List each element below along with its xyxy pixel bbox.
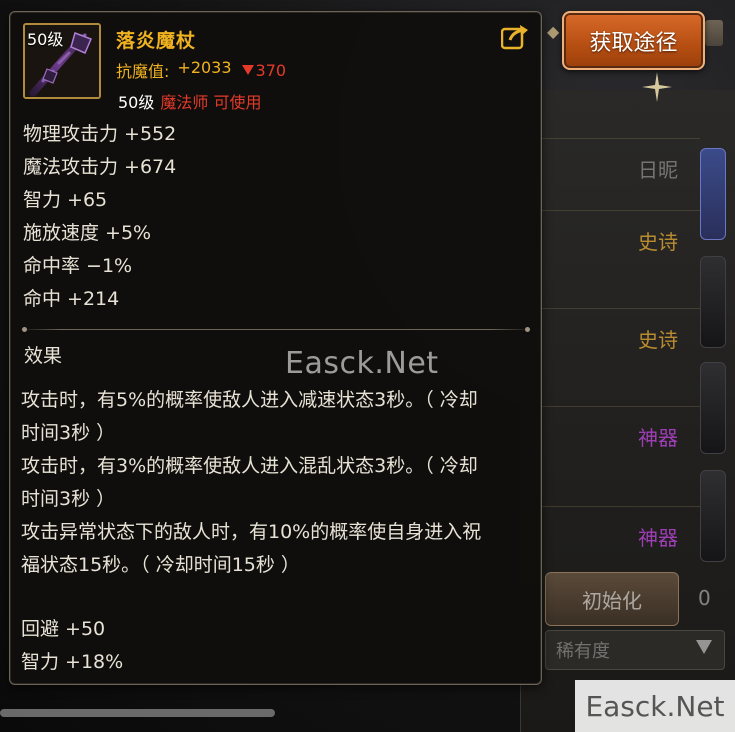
effect-line: 攻击时，有5%的概率使敌人进入减速状态3秒。（ 冷却	[21, 389, 478, 411]
chevron-left-icon: ◆	[547, 22, 560, 41]
rarity-select[interactable]: 稀有度	[545, 630, 725, 670]
chevron-down-icon	[696, 640, 712, 654]
item-icon: 50级	[23, 23, 101, 99]
item-tooltip: 50级 落炎魔杖 抗魔值: +2033 370 50级 魔法师 可使用 物理攻击…	[9, 11, 542, 685]
stat-line: 施放速度 +5%	[23, 222, 152, 244]
effect-line: 攻击异常状态下的敌人时，有10%的概率使自身进入祝	[21, 521, 482, 543]
effect-line: 攻击时，有3%的概率使敌人进入混乱状态3秒。（ 冷却	[21, 455, 478, 477]
corner-watermark: Easck.Net	[575, 680, 735, 732]
background-row-label: 日昵	[638, 158, 678, 182]
background-row[interactable]: 神器	[540, 406, 700, 466]
resist-down: 370	[241, 58, 287, 82]
resist-row: 抗魔值: +2033 370	[116, 58, 286, 82]
stat-line: 命中 +214	[23, 288, 120, 310]
background-row[interactable]: 日昵	[540, 138, 700, 198]
stat-line: 魔法攻击力 +674	[23, 156, 177, 178]
resist-label: 抗魔值:	[116, 62, 170, 81]
divider-dot	[22, 327, 27, 332]
stat-line: 命中率 −1%	[23, 255, 133, 277]
background-row[interactable]: 史诗	[540, 308, 700, 368]
extra-stat-line: 回避 +50	[21, 618, 106, 640]
background-row-label: 神器	[638, 426, 678, 450]
item-name: 落炎魔杖	[116, 30, 197, 52]
item-level-tag: 50级	[27, 30, 64, 49]
effects-list: 攻击时，有5%的概率使敌人进入减速状态3秒。（ 冷却 时间3秒 ） 攻击时，有3…	[21, 384, 516, 582]
side-number: 0	[698, 586, 711, 610]
background-side-item	[700, 470, 726, 562]
background-side-item	[700, 148, 726, 240]
background-row-label: 史诗	[638, 230, 678, 254]
background-row[interactable]: 史诗	[540, 210, 700, 270]
resist-value: +2033	[177, 58, 232, 77]
effect-title: 效果	[24, 345, 63, 367]
background-row-label: 神器	[638, 526, 678, 550]
usable-level: 50级	[118, 93, 155, 112]
divider-dot	[525, 327, 530, 332]
down-triangle-icon	[241, 65, 254, 75]
usable-class: 魔法师 可使用	[160, 93, 262, 112]
stat-line: 物理攻击力 +552	[23, 123, 177, 145]
background-row[interactable]: 神器	[540, 506, 700, 566]
divider	[20, 327, 532, 332]
share-icon[interactable]	[501, 24, 529, 50]
effect-line: 时间3秒 ）	[21, 422, 116, 444]
stat-line: 智力 +65	[23, 189, 108, 211]
extra-stat-line: 智力 +18%	[21, 651, 124, 673]
watermark: Easck.Net	[285, 346, 439, 381]
effect-line: 时间3秒 ）	[21, 488, 116, 510]
sparkle-icon	[642, 72, 672, 102]
init-button[interactable]: 初始化	[545, 572, 679, 626]
game-screen: 日昵 史诗 史诗 神器 神器 初始化 0 稀有度 ◆ 获取途径 50级 落炎魔杖…	[0, 0, 735, 732]
background-side-item	[700, 362, 726, 454]
background-row-label: 史诗	[638, 328, 678, 352]
background-side-item	[700, 256, 726, 348]
horizontal-scrollbar[interactable]	[0, 709, 275, 717]
stats-list: 物理攻击力 +552 魔法攻击力 +674 智力 +65 施放速度 +5% 命中…	[23, 118, 176, 316]
rarity-select-label: 稀有度	[556, 641, 610, 662]
side-deco	[705, 20, 723, 46]
extra-stats-list: 回避 +50 智力 +18%	[21, 613, 123, 679]
effect-line: 福状态15秒。（ 冷却时间15秒 ）	[21, 554, 300, 576]
get-way-button[interactable]: 获取途径	[562, 11, 705, 70]
resist-down-value: 370	[255, 60, 287, 80]
usable-row: 50级 魔法师 可使用	[118, 89, 261, 113]
